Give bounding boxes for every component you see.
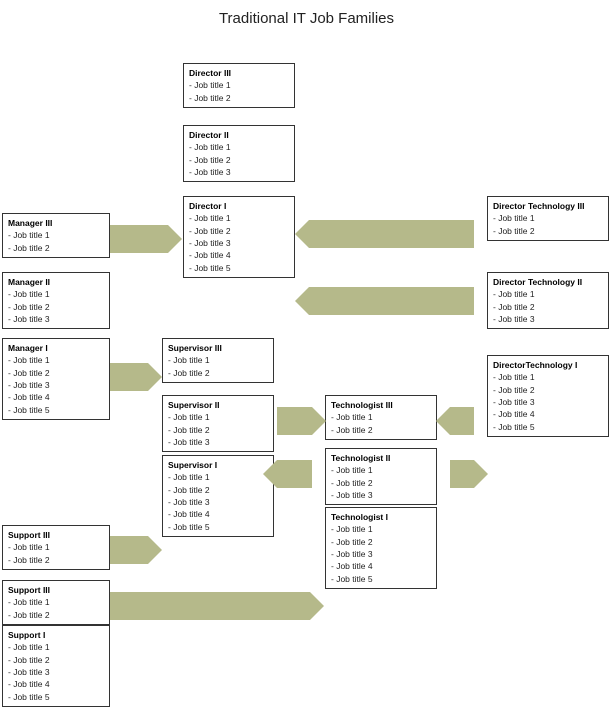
box-supervisor3: Supervisor III - Job title 1 - Job title… [162, 338, 274, 383]
box-support3b: Support III - Job title 1 - Job title 2 [2, 580, 110, 625]
arrow-dirtech1-tech3 [450, 407, 474, 435]
box-director1: Director I - Job title 1 - Job title 2 -… [183, 196, 295, 278]
arrow-tech2-supervisor1 [277, 460, 312, 488]
box-manager2: Manager II - Job title 1 - Job title 2 -… [2, 272, 110, 329]
box-supervisor1: Supervisor I - Job title 1 - Job title 2… [162, 455, 274, 537]
page-title: Traditional IT Job Families [0, 10, 613, 27]
box-director2: Director II - Job title 1 - Job title 2 … [183, 125, 295, 182]
arrow-dirtech3-director1 [309, 220, 474, 248]
arrow-tech2-dirtech1 [450, 460, 474, 488]
arrow-support3a [110, 536, 148, 564]
box-dirtech2: Director Technology II - Job title 1 - J… [487, 272, 609, 329]
box-support1: Support I - Job title 1 - Job title 2 - … [2, 625, 110, 707]
box-supervisor2: Supervisor II - Job title 1 - Job title … [162, 395, 274, 452]
arrow-support3b-tech1 [110, 592, 310, 620]
box-dirtech1: DirectorTechnology I - Job title 1 - Job… [487, 355, 609, 437]
box-technologist1: Technologist I - Job title 1 - Job title… [325, 507, 437, 589]
box-technologist2: Technologist II - Job title 1 - Job titl… [325, 448, 437, 505]
box-dirtech3: Director Technology III - Job title 1 - … [487, 196, 609, 241]
arrow-dirtech2-director1 [309, 287, 474, 315]
arrow-manager1-supervisor [110, 363, 148, 391]
arrow-supervisor2-tech3 [277, 407, 312, 435]
box-technologist3: Technologist III - Job title 1 - Job tit… [325, 395, 437, 440]
diagram: Director III - Job title 1 - Job title 2… [0, 35, 613, 655]
box-support3a: Support III - Job title 1 - Job title 2 [2, 525, 110, 570]
box-director3: Director III - Job title 1 - Job title 2 [183, 63, 295, 108]
arrow-manager3-director1 [110, 225, 168, 253]
box-manager1: Manager I - Job title 1 - Job title 2 - … [2, 338, 110, 420]
box-manager3: Manager III - Job title 1 - Job title 2 [2, 213, 110, 258]
